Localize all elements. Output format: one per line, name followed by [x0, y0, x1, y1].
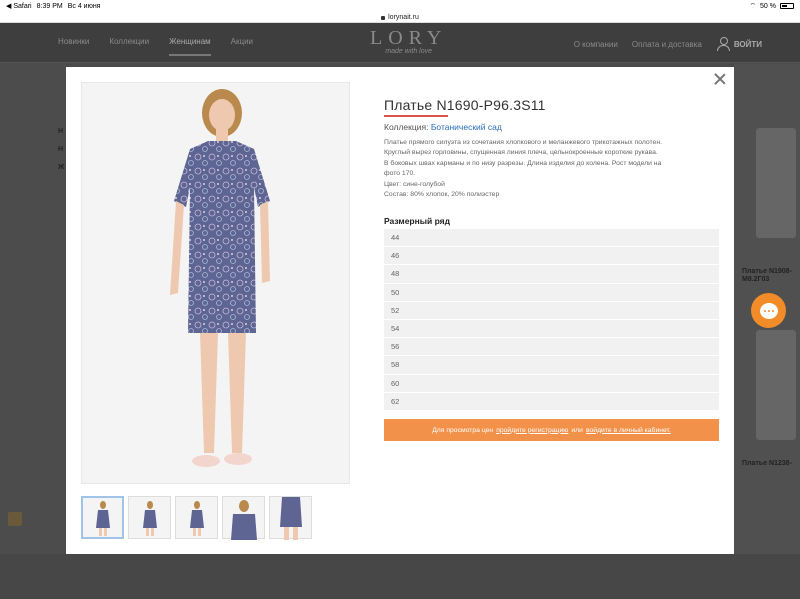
register-link[interactable]: пройдите регистрацию: [496, 427, 568, 434]
thumbnail-4[interactable]: [222, 496, 265, 540]
size-row-60: 60: [384, 374, 719, 393]
bg-product-image[interactable]: [756, 128, 796, 238]
site-nav: Новинки Коллекции Женщинам Акции: [58, 37, 253, 56]
description-line: фото 170.: [384, 170, 416, 178]
lock-icon: [381, 16, 386, 20]
size-row-44: 44: [384, 229, 719, 248]
back-to-app[interactable]: ◀ Safari: [6, 2, 32, 10]
site-header: Новинки Коллекции Женщинам Акции LORY ma…: [0, 23, 800, 63]
size-row-52: 52: [384, 301, 719, 320]
link-payment[interactable]: Оплата и доставка: [632, 40, 702, 49]
title-underline: [384, 115, 448, 117]
size-row-58: 58: [384, 356, 719, 375]
thumbnail-3[interactable]: [175, 496, 218, 539]
address-bar[interactable]: lorynait.ru: [0, 12, 800, 23]
size-row-46: 46: [384, 247, 719, 266]
description-line: В боковых швах карманы и по низу разрезы…: [384, 159, 662, 167]
description-line: Круглый вырез горловины, спущенная линия…: [384, 149, 658, 157]
chat-icon: [759, 302, 778, 319]
thumbnail-1[interactable]: [81, 496, 124, 539]
clock: 8:39 PM: [36, 2, 63, 10]
bg-filter-label: Ж: [58, 164, 65, 171]
nav-item-collections[interactable]: Коллекции: [109, 37, 149, 56]
scroll-left-arrow[interactable]: [8, 512, 22, 526]
size-row-48: 48: [384, 265, 719, 284]
site-logo[interactable]: LORY made with love: [370, 27, 447, 55]
size-table: 44 46 48 50 52 54 56 58 60 62: [384, 229, 719, 411]
bg-product-caption[interactable]: Платье N1908- М8.2Г03: [742, 268, 792, 284]
close-icon[interactable]: [714, 73, 726, 85]
login-button[interactable]: ВОЙТИ: [716, 37, 762, 51]
user-icon: [716, 37, 730, 51]
product-quickview-modal: Платье N1690-Р96.3S11 Коллекция: Ботанич…: [66, 67, 734, 554]
bg-filter-label: Н: [58, 146, 64, 153]
cta-middle: или: [571, 426, 583, 434]
price-login-banner: Для просмотра цен пройдите регистрацию и…: [384, 419, 719, 441]
logo-text: LORY: [370, 27, 448, 49]
url-text: lorynait.ru: [388, 13, 419, 21]
login-label: ВОЙТИ: [733, 39, 762, 49]
size-row-50: 50: [384, 283, 719, 302]
nav-item-sales[interactable]: Акции: [231, 37, 253, 56]
size-row-54: 54: [384, 319, 719, 339]
nav-item-new[interactable]: Новинки: [58, 37, 89, 56]
thumbnail-5[interactable]: [269, 496, 312, 540]
size-row-62: 62: [384, 392, 719, 411]
collection-label: Коллекция:: [384, 122, 429, 132]
battery-percent: 50 %: [760, 2, 776, 10]
chat-button[interactable]: [751, 293, 786, 328]
date: Вс 4 июня: [67, 2, 101, 10]
product-collection: Коллекция: Ботанический сад: [384, 122, 502, 132]
sizes-heading: Размерный ряд: [384, 216, 451, 226]
background-left: [0, 64, 66, 554]
nav-item-women[interactable]: Женщинам: [169, 37, 211, 56]
product-main-photo[interactable]: [81, 82, 350, 484]
site-right-menu: О компании Оплата и доставка ВОЙТИ: [574, 37, 762, 51]
background-bottom: [0, 554, 800, 599]
account-login-link[interactable]: войдите в личный кабинет.: [586, 427, 671, 434]
photo-thumbnails: [81, 496, 312, 540]
description-color: Цвет: сине-голубой: [384, 180, 445, 188]
product-title: Платье N1690-Р96.3S11: [384, 97, 546, 113]
thumbnail-2[interactable]: [128, 496, 171, 539]
status-bar: ◀ Safari 8:39 PM Вс 4 июня ⌔ 50 %: [0, 0, 800, 12]
wifi-icon: ⌔: [749, 2, 757, 10]
description-composition: Состав: 80% хлопок, 20% полиэстер: [384, 191, 500, 199]
bg-product-caption[interactable]: Платье N1238-: [742, 460, 792, 468]
link-about[interactable]: О компании: [574, 40, 618, 49]
bg-product-image[interactable]: [756, 330, 796, 440]
size-row-56: 56: [384, 338, 719, 357]
collection-link[interactable]: Ботанический сад: [431, 122, 502, 132]
product-description: Платье прямого силуэта из сочетания хлоп…: [384, 138, 722, 200]
battery-icon: [780, 3, 794, 9]
cta-prefix: Для просмотра цен: [432, 426, 494, 434]
description-line: Платье прямого силуэта из сочетания хлоп…: [384, 139, 662, 146]
bg-filter-label: Н: [58, 128, 64, 135]
